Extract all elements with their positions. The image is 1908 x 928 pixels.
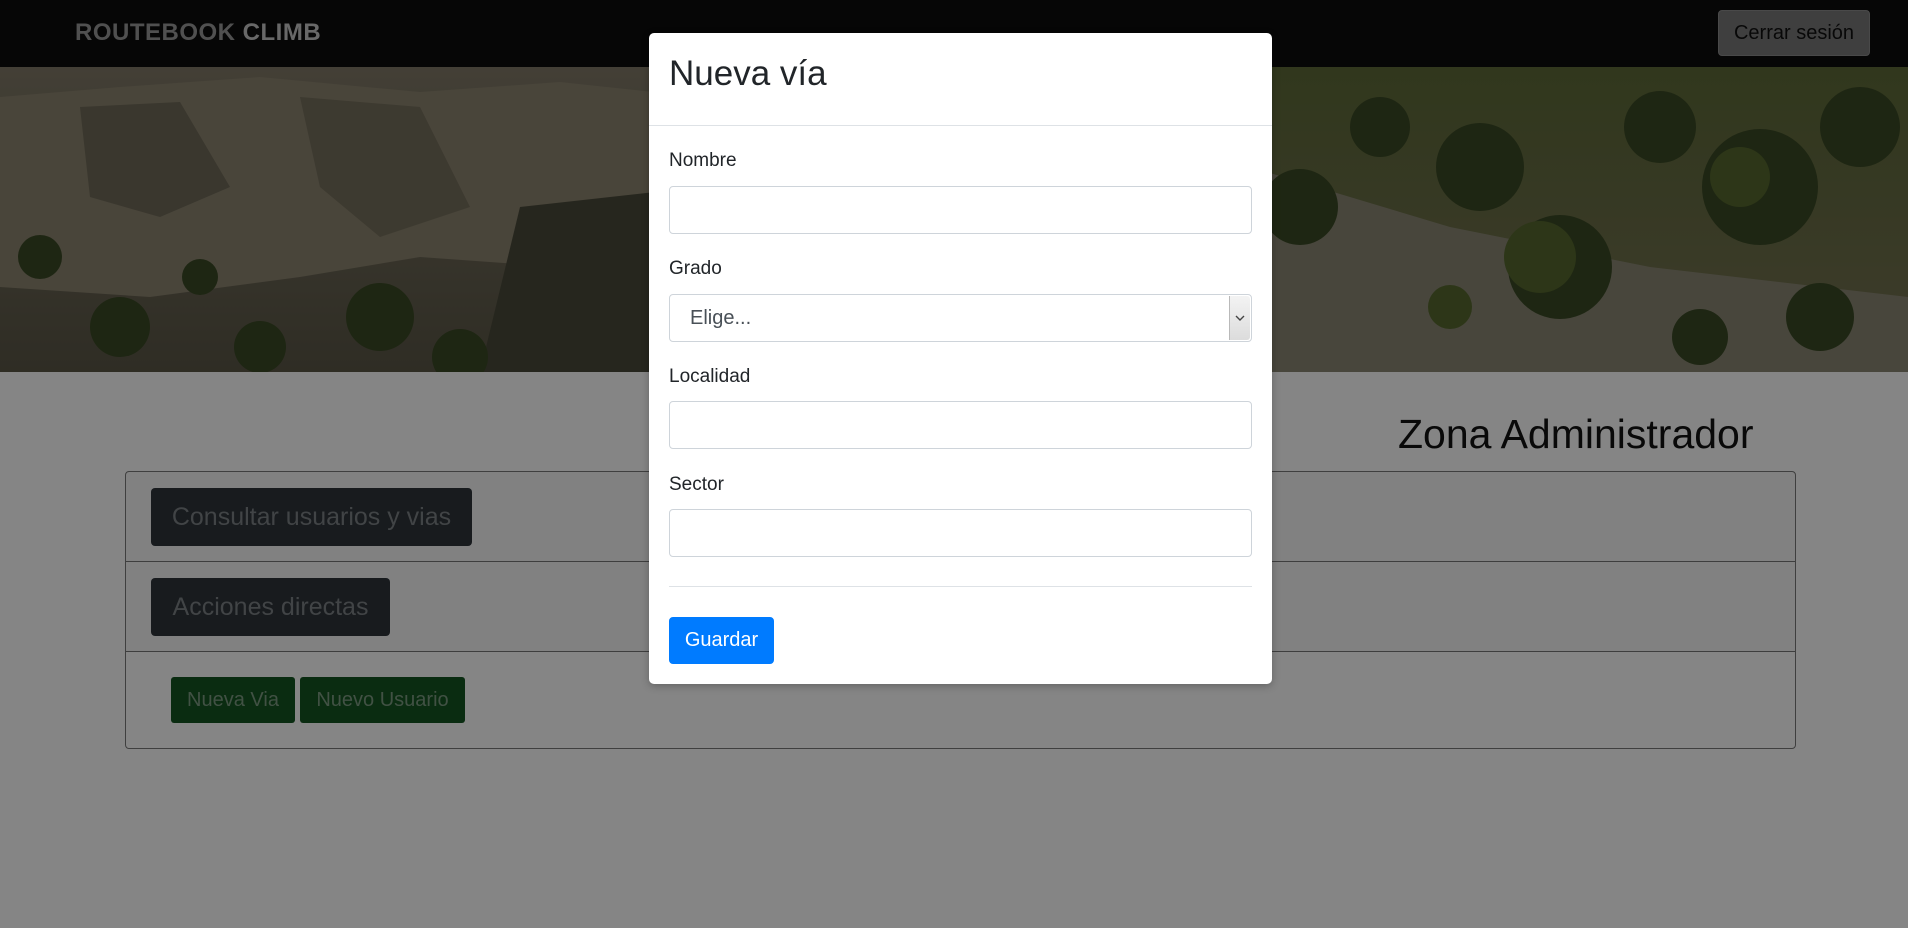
name-input[interactable] <box>669 186 1252 234</box>
name-label: Nombre <box>669 150 737 171</box>
grade-select[interactable]: Elige... <box>669 294 1252 342</box>
modal-title: Nueva vía <box>669 54 827 93</box>
modal-header: Nueva vía <box>649 33 1272 126</box>
sector-label: Sector <box>669 474 724 495</box>
sector-input[interactable] <box>669 509 1252 557</box>
modal-divider <box>669 586 1252 587</box>
save-button[interactable]: Guardar <box>669 617 774 664</box>
new-route-modal: Nueva vía Nombre Grado Elige... Localida… <box>649 33 1272 684</box>
grade-label: Grado <box>669 258 722 279</box>
grade-select-value: Elige... <box>690 307 752 329</box>
chevron-down-icon[interactable] <box>1229 296 1250 340</box>
locality-input[interactable] <box>669 401 1252 449</box>
locality-label: Localidad <box>669 366 751 387</box>
